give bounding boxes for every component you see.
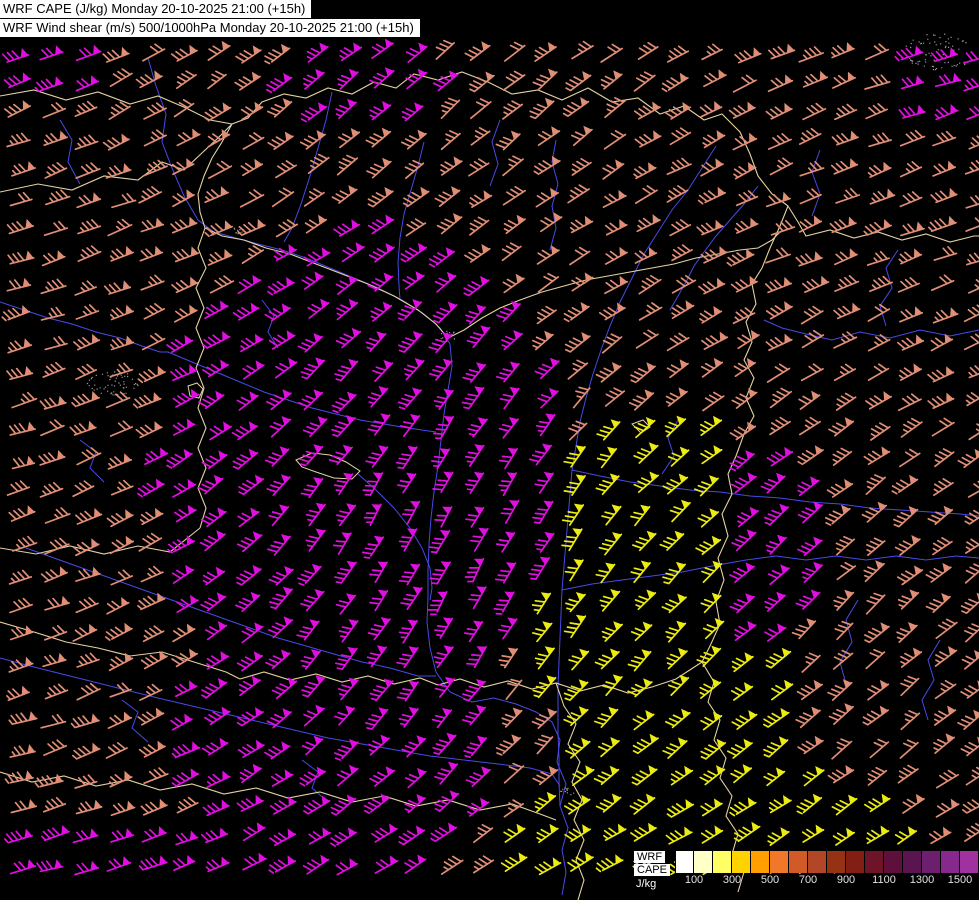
legend-color-cell bbox=[770, 851, 789, 873]
legend-color-cell bbox=[846, 851, 865, 873]
weather-map-canvas bbox=[0, 0, 979, 900]
legend-tick-label: 900 bbox=[836, 874, 856, 886]
legend-color-cell bbox=[941, 851, 960, 873]
legend-colorbar bbox=[675, 851, 979, 873]
title-block: WRF CAPE (J/kg) Monday 20-10-2025 21:00 … bbox=[0, 0, 420, 38]
title-windshear-line: WRF Wind shear (m/s) 500/1000hPa Monday … bbox=[0, 19, 420, 37]
legend-color-cell bbox=[789, 851, 808, 873]
legend-color-cell bbox=[694, 851, 713, 873]
legend-labels-column: WRF CAPE J/kg bbox=[634, 851, 670, 890]
legend-color-cell bbox=[732, 851, 751, 873]
legend-units-label: J/kg bbox=[636, 878, 657, 890]
legend-tick-label: 1300 bbox=[909, 874, 935, 886]
cape-legend: WRF CAPE J/kg 100 300 500 700 900 1100 1300 150… bbox=[634, 851, 979, 890]
title-cape-line: WRF CAPE (J/kg) Monday 20-10-2025 21:00 … bbox=[0, 0, 312, 18]
weather-map-screen: WRF CAPE (J/kg) Monday 20-10-2025 21:00 … bbox=[0, 0, 979, 900]
legend-color-cell bbox=[827, 851, 846, 873]
legend-tick-labels: 100 300 500 700 900 1100 1300 1500 bbox=[675, 874, 979, 887]
legend-tick-label: 1100 bbox=[872, 874, 896, 886]
legend-tick-label: 300 bbox=[722, 874, 742, 886]
legend-color-cell bbox=[903, 851, 922, 873]
legend-color-cell bbox=[960, 851, 979, 873]
legend-color-cell bbox=[808, 851, 827, 873]
legend-color-cell bbox=[675, 851, 694, 873]
legend-color-cell bbox=[922, 851, 941, 873]
legend-tick-label: 1500 bbox=[947, 874, 973, 886]
legend-color-cell bbox=[884, 851, 903, 873]
legend-color-cell bbox=[713, 851, 732, 873]
legend-tick-label: 700 bbox=[798, 874, 818, 886]
legend-model-label: WRF bbox=[634, 851, 666, 863]
legend-tick-label: 500 bbox=[760, 874, 780, 886]
legend-tick-label: 100 bbox=[684, 874, 704, 886]
legend-variable-label: CAPE bbox=[634, 864, 670, 876]
legend-scale: 100 300 500 700 900 1100 1300 1500 bbox=[675, 851, 979, 887]
legend-color-cell bbox=[865, 851, 884, 873]
legend-color-cell bbox=[751, 851, 770, 873]
